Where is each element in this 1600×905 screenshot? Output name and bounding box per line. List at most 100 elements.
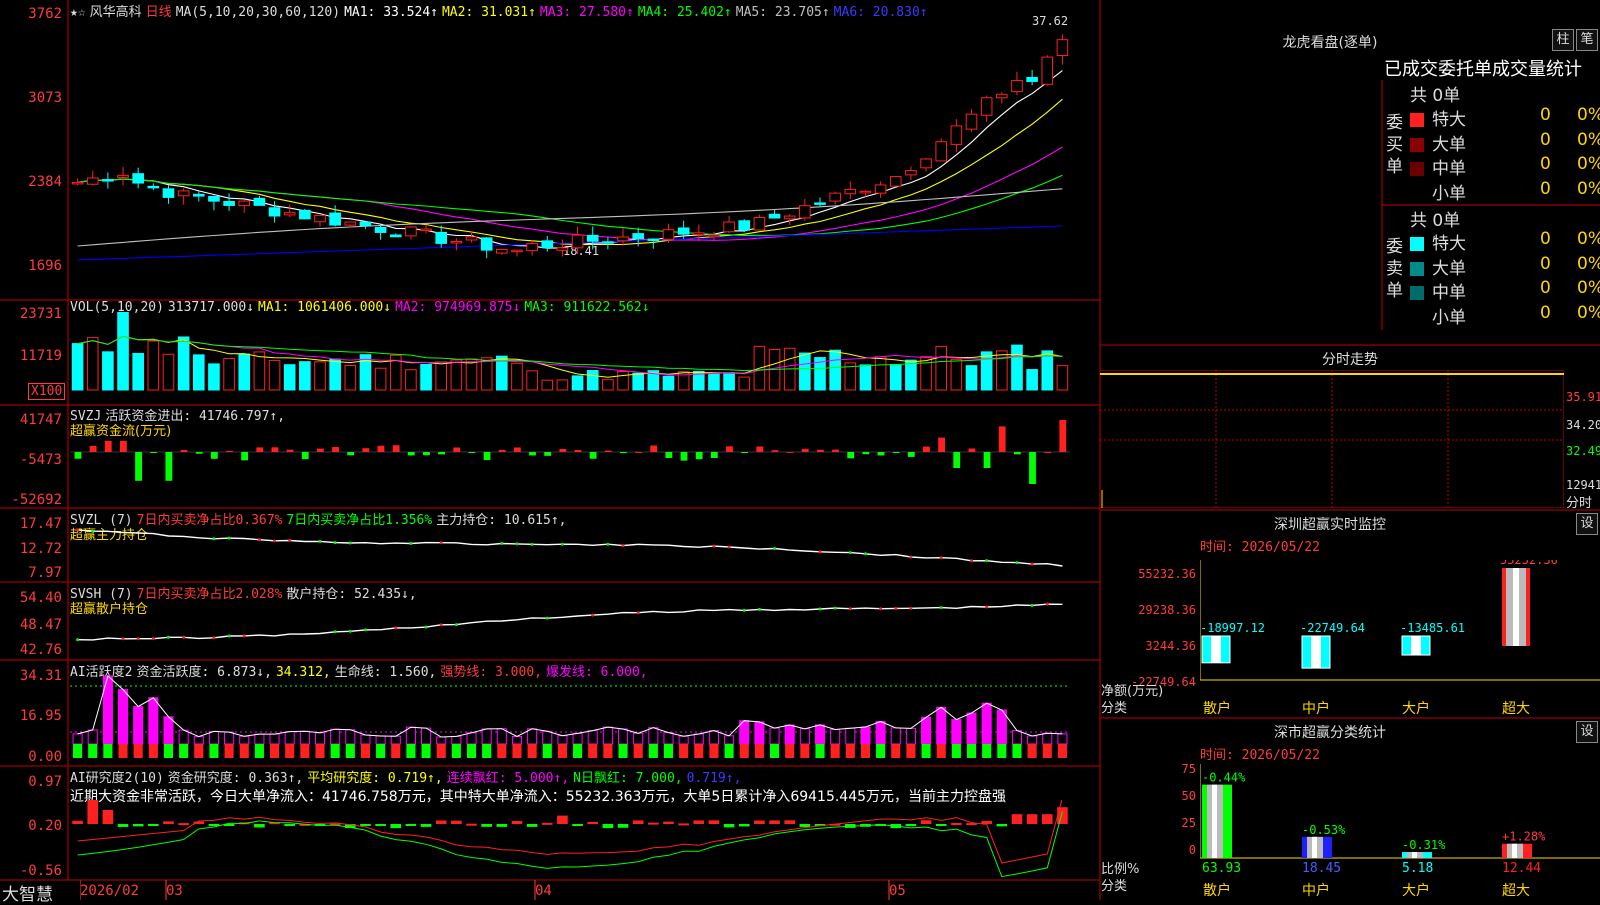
candle[interactable] bbox=[753, 214, 766, 231]
candle[interactable] bbox=[586, 226, 599, 250]
candle[interactable] bbox=[556, 239, 569, 257]
candle[interactable] bbox=[980, 95, 993, 123]
candle[interactable] bbox=[768, 209, 781, 219]
research-green-line bbox=[77, 811, 1063, 878]
intraday-chart[interactable] bbox=[1100, 370, 1564, 508]
candle[interactable] bbox=[738, 219, 751, 233]
sz-monitor-settings-button[interactable]: 设 bbox=[1576, 513, 1598, 535]
sz-class-settings-button[interactable]: 设 bbox=[1576, 721, 1598, 743]
research-bar bbox=[708, 820, 720, 824]
ma4-value: MA4: 25.402↑ bbox=[637, 5, 732, 20]
sz-class-chart: -0.44% 63.93 -0.53% 18.45 -0.31% 5.18 +1.28% 12… bbox=[1200, 764, 1600, 874]
research-bar bbox=[102, 810, 114, 824]
candle[interactable] bbox=[526, 240, 538, 256]
candle[interactable] bbox=[844, 181, 857, 200]
candle[interactable] bbox=[374, 224, 387, 240]
flow-bar bbox=[998, 426, 1006, 452]
candle[interactable] bbox=[435, 225, 448, 248]
stat-tabs[interactable]: 已成交委托单成交量统计 bbox=[1384, 55, 1582, 81]
favorite-star-icon[interactable]: ★☆ bbox=[70, 5, 86, 20]
candle[interactable] bbox=[1041, 55, 1054, 86]
activity-base-bar bbox=[103, 744, 113, 758]
position-dot bbox=[818, 607, 822, 611]
candle[interactable] bbox=[86, 171, 99, 186]
ma5-value: MA5: 23.705↑ bbox=[735, 5, 830, 20]
position-dot bbox=[894, 606, 898, 610]
candle[interactable] bbox=[283, 204, 296, 217]
candle[interactable] bbox=[602, 237, 614, 250]
activity-bar bbox=[451, 735, 462, 745]
research-bar bbox=[996, 824, 1008, 827]
period-label[interactable]: 日线 bbox=[146, 5, 172, 20]
flow-bar bbox=[680, 452, 688, 461]
activity-base-bar bbox=[436, 744, 446, 758]
bar-mode-button[interactable]: 柱 bbox=[1552, 29, 1574, 51]
activity-base-bar bbox=[573, 744, 583, 758]
research-bar bbox=[511, 820, 523, 824]
candle[interactable] bbox=[965, 109, 978, 132]
ai-research-y-label: 0.97 bbox=[28, 774, 62, 790]
candle[interactable] bbox=[192, 191, 205, 202]
candle[interactable] bbox=[162, 185, 175, 204]
main-y-label: 3762 bbox=[28, 6, 62, 22]
ai-active-y-label: 0.00 bbox=[28, 749, 62, 765]
candle[interactable] bbox=[132, 167, 144, 189]
candle[interactable] bbox=[496, 248, 508, 255]
candle[interactable] bbox=[889, 176, 902, 187]
candle[interactable] bbox=[450, 238, 463, 251]
candle[interactable] bbox=[102, 172, 114, 189]
candle[interactable] bbox=[617, 228, 629, 246]
candle[interactable] bbox=[253, 195, 266, 206]
research-bar bbox=[163, 821, 174, 824]
candle[interactable] bbox=[723, 215, 735, 234]
candle[interactable] bbox=[1026, 70, 1038, 86]
candle[interactable] bbox=[480, 237, 493, 259]
candle[interactable] bbox=[996, 92, 1008, 104]
candle[interactable] bbox=[117, 166, 129, 186]
candle[interactable] bbox=[571, 226, 584, 255]
candle[interactable] bbox=[814, 197, 826, 208]
candle[interactable] bbox=[647, 238, 660, 249]
activity-bar bbox=[724, 735, 735, 745]
candle[interactable] bbox=[420, 224, 432, 234]
candle[interactable] bbox=[359, 221, 372, 229]
order-volume: 0 bbox=[1540, 253, 1551, 274]
mini-y-label: 25 bbox=[1181, 816, 1196, 830]
candle[interactable] bbox=[1011, 71, 1023, 96]
candle[interactable] bbox=[799, 198, 811, 221]
candle[interactable] bbox=[829, 191, 841, 205]
candle[interactable] bbox=[511, 249, 523, 257]
candle[interactable] bbox=[541, 235, 554, 252]
candle[interactable] bbox=[905, 166, 917, 181]
date-tick-marks bbox=[80, 880, 890, 900]
mini-y-label: 50 bbox=[1181, 789, 1196, 803]
candle[interactable] bbox=[935, 138, 948, 162]
volume-bar bbox=[571, 375, 584, 391]
ma3-value: MA3: 27.580↑ bbox=[539, 5, 634, 20]
candle[interactable] bbox=[389, 233, 402, 238]
mini-x-label: 大户 bbox=[1402, 701, 1430, 717]
candle[interactable] bbox=[920, 158, 932, 172]
candle[interactable] bbox=[314, 214, 326, 227]
flow-bar bbox=[892, 452, 900, 453]
candle[interactable] bbox=[147, 183, 160, 191]
candle[interactable] bbox=[299, 208, 311, 220]
candlestick-chart[interactable] bbox=[70, 20, 1098, 295]
research-bar bbox=[526, 824, 538, 827]
position-dot bbox=[1030, 562, 1034, 566]
candle[interactable] bbox=[950, 119, 963, 153]
sz-class-cat-label: 分类 bbox=[1101, 879, 1128, 894]
activity-base-bar bbox=[815, 744, 825, 758]
candle[interactable] bbox=[874, 181, 887, 198]
candle[interactable] bbox=[238, 199, 251, 214]
candle[interactable] bbox=[405, 226, 417, 240]
brand-logo[interactable]: 大智慧 bbox=[2, 880, 53, 905]
candle[interactable] bbox=[223, 193, 235, 211]
candle[interactable] bbox=[208, 195, 220, 211]
pen-mode-button[interactable]: 笔 bbox=[1576, 29, 1598, 51]
candle[interactable] bbox=[177, 188, 190, 205]
research-bar bbox=[1026, 814, 1038, 824]
candle[interactable] bbox=[1056, 34, 1069, 65]
ai-research-chart bbox=[72, 800, 1068, 878]
research-bar bbox=[1041, 814, 1053, 824]
